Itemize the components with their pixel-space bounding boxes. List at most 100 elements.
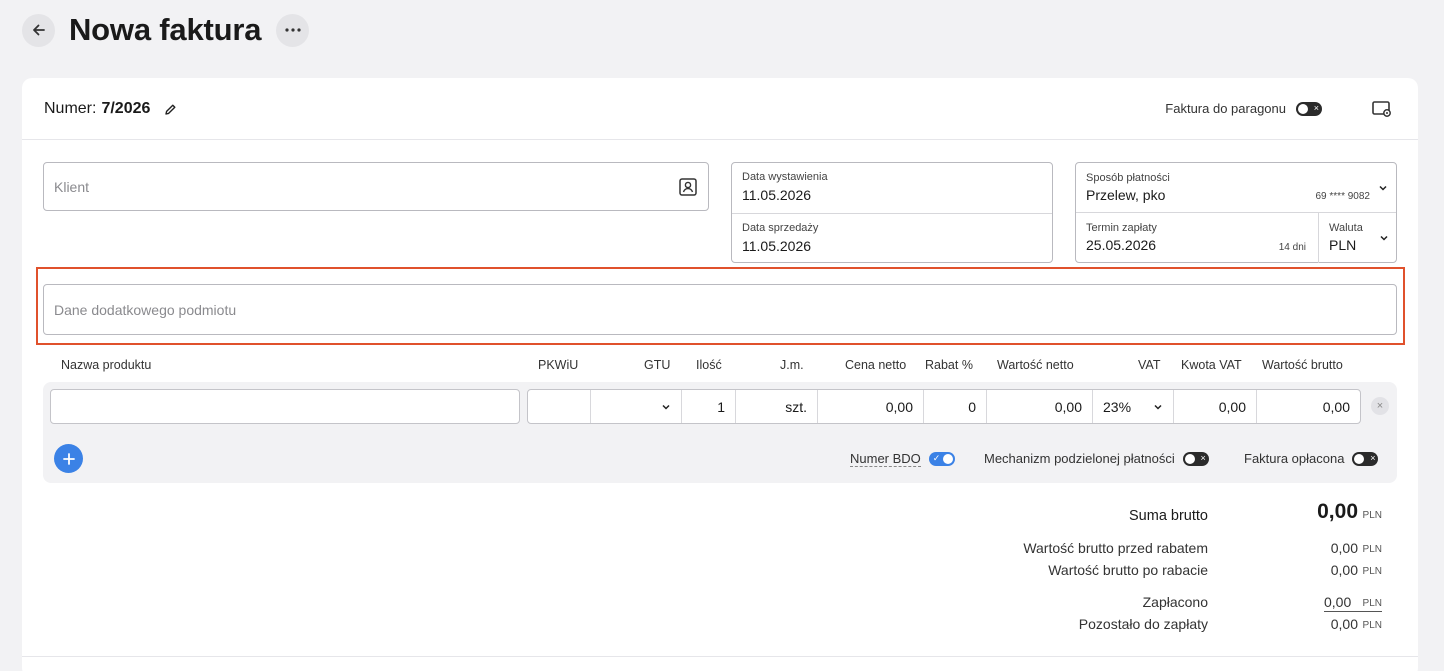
currency-label: Waluta bbox=[1329, 222, 1363, 234]
issue-date-field[interactable]: Data wystawienia 11.05.2026 bbox=[732, 163, 1052, 213]
receipt-invoice-switch[interactable]: × bbox=[1296, 101, 1322, 116]
currency-code: PLN bbox=[1362, 598, 1382, 609]
column-header: Rabat % bbox=[925, 358, 973, 372]
currency-select[interactable]: Waluta PLN bbox=[1319, 213, 1397, 263]
column-header: Wartość netto bbox=[997, 358, 1074, 372]
invoice-card-header: Numer: 7/2026 Faktura do paragonu × bbox=[22, 78, 1418, 140]
currency-code: PLN bbox=[1362, 544, 1382, 555]
invoice-card: Numer: 7/2026 Faktura do paragonu × Klie… bbox=[22, 78, 1418, 671]
contact-book-icon[interactable] bbox=[678, 177, 698, 202]
card-divider bbox=[22, 656, 1418, 657]
invoice-paid-switch[interactable]: × bbox=[1352, 451, 1379, 466]
column-header: VAT bbox=[1138, 358, 1161, 372]
due-date-value: 25.05.2026 bbox=[1086, 237, 1157, 253]
chevron-down-icon bbox=[1154, 404, 1162, 410]
column-header: Cena netto bbox=[845, 358, 907, 372]
payment-method-value: Przelew, pko bbox=[1086, 187, 1166, 203]
column-header: J.m. bbox=[780, 358, 804, 372]
issue-date-value: 11.05.2026 bbox=[742, 187, 812, 203]
sale-date-value: 11.05.2026 bbox=[742, 238, 812, 254]
sale-date-label: Data sprzedaży bbox=[742, 222, 819, 234]
table-row: 1 szt. 0,00 0 0,00 23% 0,00 0,00 bbox=[527, 389, 1361, 424]
extra-entity-placeholder: Dane dodatkowego podmiotu bbox=[54, 302, 237, 318]
bdo-label: Numer BDO bbox=[850, 451, 921, 467]
bank-account-number: 69 **** 9082 bbox=[1315, 191, 1371, 202]
gtu-select[interactable] bbox=[591, 390, 682, 423]
total-label: Suma brutto bbox=[1129, 508, 1208, 524]
client-placeholder: Klient bbox=[54, 179, 90, 195]
unit-input[interactable]: szt. bbox=[736, 390, 818, 423]
invoice-paid-label: Faktura opłacona bbox=[1244, 451, 1345, 466]
split-payment-toggle[interactable]: Mechanizm podzielonej płatności × bbox=[984, 451, 1209, 466]
chevron-down-icon bbox=[662, 404, 670, 410]
chevron-down-icon bbox=[1379, 185, 1387, 191]
bdo-switch[interactable]: ✓ bbox=[928, 452, 955, 466]
paid-value: 0,00 bbox=[1324, 594, 1352, 610]
due-date-label: Termin zapłaty bbox=[1086, 222, 1157, 234]
column-header: Kwota VAT bbox=[1181, 358, 1242, 372]
due-days: 14 dni bbox=[1278, 242, 1306, 253]
column-header: Wartość brutto bbox=[1262, 358, 1343, 372]
payment-group: Sposób płatności Przelew, pko 69 **** 90… bbox=[1075, 162, 1397, 263]
back-button[interactable] bbox=[22, 13, 55, 47]
back-arrow-icon bbox=[32, 24, 45, 36]
currency-code: PLN bbox=[1362, 510, 1382, 521]
remove-row-button[interactable]: × bbox=[1371, 397, 1389, 415]
due-date-field[interactable]: Termin zapłaty 25.05.2026 14 dni bbox=[1076, 213, 1319, 263]
invoice-paid-toggle[interactable]: Faktura opłacona × bbox=[1244, 451, 1379, 466]
pencil-icon bbox=[165, 104, 176, 115]
paid-label: Zapłacono bbox=[1142, 594, 1208, 610]
net-value-input[interactable]: 0,00 bbox=[987, 390, 1093, 423]
column-header: GTU bbox=[644, 358, 671, 372]
before-discount-label: Wartość brutto przed rabatem bbox=[1023, 540, 1208, 556]
edit-number-button[interactable] bbox=[164, 103, 177, 116]
after-discount-value: 0,00 bbox=[1330, 562, 1358, 578]
net-price-input[interactable]: 0,00 bbox=[818, 390, 924, 423]
page-title: Nowa faktura bbox=[69, 12, 262, 47]
extra-entity-field[interactable]: Dane dodatkowego podmiotu bbox=[43, 284, 1397, 335]
settings-button[interactable] bbox=[1372, 100, 1392, 123]
add-item-button[interactable] bbox=[54, 444, 83, 473]
client-field[interactable]: Klient bbox=[43, 162, 709, 211]
quantity-input[interactable]: 1 bbox=[682, 390, 736, 423]
currency-code: PLN bbox=[1362, 620, 1382, 631]
plus-icon bbox=[62, 452, 75, 465]
before-discount-value: 0,00 bbox=[1330, 540, 1358, 556]
column-header: Nazwa produktu bbox=[61, 358, 152, 372]
discount-input[interactable]: 0 bbox=[924, 390, 987, 423]
after-discount-label: Wartość brutto po rabacie bbox=[1048, 562, 1208, 578]
vat-value: 23% bbox=[1103, 398, 1132, 415]
column-header: Ilość bbox=[696, 358, 722, 372]
vat-select[interactable]: 23% bbox=[1093, 390, 1174, 423]
more-icon bbox=[285, 28, 301, 32]
items-section: 1 szt. 0,00 0 0,00 23% 0,00 0,00 × Numer… bbox=[43, 382, 1397, 483]
remaining-label: Pozostało do zapłaty bbox=[1078, 616, 1208, 632]
chevron-down-icon bbox=[1380, 235, 1388, 241]
split-payment-switch[interactable]: × bbox=[1182, 451, 1209, 466]
invoice-number: Numer: 7/2026 bbox=[44, 100, 177, 118]
sale-date-field[interactable]: Data sprzedaży 11.05.2026 bbox=[732, 213, 1052, 263]
invoice-number-value: 7/2026 bbox=[101, 100, 151, 117]
pkwiu-input[interactable] bbox=[528, 390, 591, 423]
close-icon: × bbox=[1376, 400, 1384, 412]
settings-icon bbox=[1372, 101, 1391, 117]
issue-date-label: Data wystawienia bbox=[742, 171, 828, 183]
more-options-button[interactable] bbox=[276, 13, 310, 47]
receipt-invoice-label: Faktura do paragonu bbox=[1165, 101, 1286, 116]
vat-amount-input[interactable]: 0,00 bbox=[1174, 390, 1257, 423]
receipt-invoice-toggle[interactable]: Faktura do paragonu × bbox=[1165, 101, 1322, 116]
bdo-toggle[interactable]: Numer BDO ✓ bbox=[850, 451, 955, 467]
remaining-value: 0,00 bbox=[1330, 616, 1358, 632]
invoice-number-label: Numer: bbox=[44, 100, 97, 117]
split-payment-label: Mechanizm podzielonej płatności bbox=[984, 451, 1175, 466]
gross-value-input[interactable]: 0,00 bbox=[1257, 390, 1360, 423]
product-name-input[interactable] bbox=[50, 389, 520, 424]
dates-group: Data wystawienia 11.05.2026 Data sprzeda… bbox=[731, 162, 1053, 263]
page-header: Nowa faktura bbox=[22, 12, 310, 47]
total-value: 0,00 bbox=[1317, 500, 1358, 523]
currency-value: PLN bbox=[1329, 237, 1357, 253]
payment-method-select[interactable]: Sposób płatności Przelew, pko 69 **** 90… bbox=[1076, 163, 1396, 213]
payment-method-label: Sposób płatności bbox=[1086, 172, 1170, 184]
column-header: PKWiU bbox=[538, 358, 579, 372]
currency-code: PLN bbox=[1362, 566, 1382, 577]
